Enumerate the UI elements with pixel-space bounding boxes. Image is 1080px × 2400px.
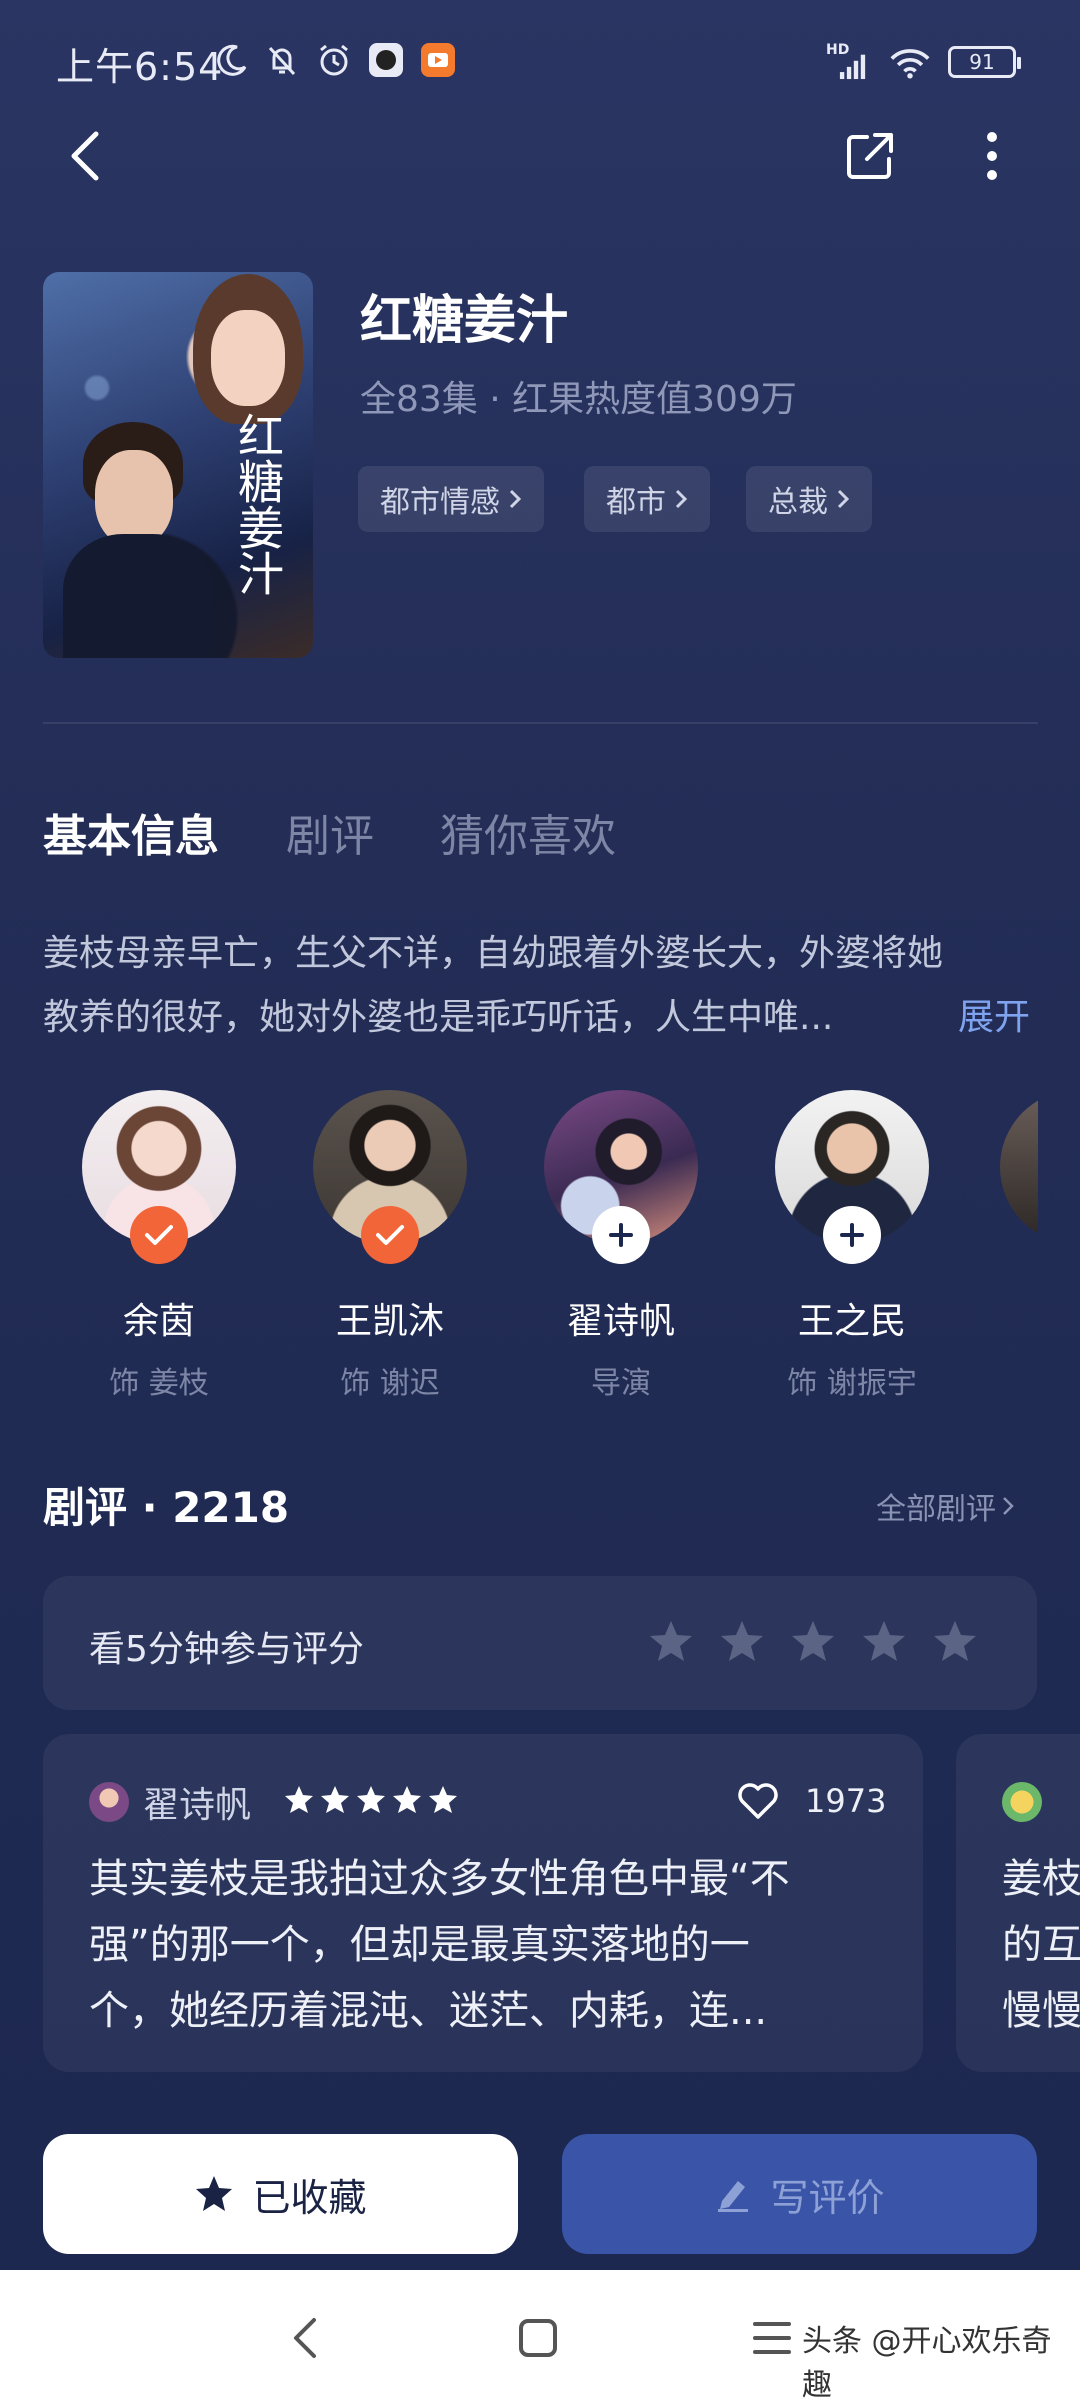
- tag-label: 都市情感: [380, 485, 500, 520]
- review-rating-stars: [285, 1786, 457, 1813]
- poster-title-art: 红糖姜汁: [231, 412, 285, 596]
- cast-member[interactable]: 余茵 饰 姜枝: [74, 1090, 244, 1402]
- video-app-notification-icon: [418, 40, 458, 80]
- review-like-count: 1973: [805, 1782, 887, 1820]
- add-follow-icon[interactable]: [592, 1206, 650, 1264]
- cast-name: 王之民: [797, 1301, 906, 1342]
- review-text-line: 其实姜枝是我拍过众多女性角色中最“不: [89, 1856, 790, 1902]
- cast-role: 饰 姜枝: [109, 1366, 209, 1401]
- star-icon[interactable]: [931, 1618, 979, 1666]
- rating-card: 看5分钟参与评分: [43, 1576, 1037, 1710]
- cast-member[interactable]: 王之民 饰 谢振宇: [767, 1090, 937, 1402]
- cast-name: 余茵: [122, 1301, 195, 1342]
- drama-meta: 全83集 · 红果热度值309万: [360, 379, 797, 420]
- back-arrow-icon: [71, 131, 99, 181]
- tag-chip[interactable]: 都市: [584, 466, 710, 532]
- moon-icon: [212, 40, 252, 80]
- chevron-right-icon: [837, 489, 850, 509]
- watermark: 头条 @开心欢乐奇趣: [802, 2324, 1052, 2400]
- tab-recommendations[interactable]: 猜你喜欢: [440, 800, 616, 864]
- rating-prompt: 看5分钟参与评分: [89, 1629, 364, 1670]
- cast-member[interactable]: 翟诗帆 导演: [536, 1090, 706, 1402]
- star-icon[interactable]: [860, 1618, 908, 1666]
- avatar: [89, 1782, 129, 1822]
- tab-basic-info[interactable]: 基本信息: [43, 800, 219, 864]
- nav-menu-icon[interactable]: [752, 2318, 792, 2358]
- chevron-right-icon: [675, 489, 688, 509]
- alarm-icon: [314, 40, 354, 80]
- favorite-label: 已收藏: [252, 2175, 367, 2220]
- cast-name: 王凯沐: [335, 1301, 444, 1342]
- nav-back-icon[interactable]: [288, 2316, 322, 2360]
- review-author: 翟诗帆: [143, 1785, 252, 1826]
- add-follow-icon[interactable]: [823, 1206, 881, 1264]
- followed-check-icon: [361, 1206, 419, 1264]
- battery-indicator: 91: [948, 46, 1021, 78]
- nav-home-icon[interactable]: [518, 2318, 558, 2358]
- review-card[interactable]: 翟诗帆 1973 其实姜枝是我拍过众多女性角色中最“不 强”的那一个，但却是最真…: [43, 1734, 923, 2072]
- drama-poster[interactable]: 红糖姜汁: [43, 272, 313, 658]
- star-icon[interactable]: [789, 1618, 837, 1666]
- tag-chip[interactable]: 都市情感: [358, 466, 544, 532]
- star-icon[interactable]: [647, 1618, 695, 1666]
- all-reviews-label: 全部剧评: [876, 1492, 996, 1527]
- synopsis-line: 教养的很好，她对外婆也是乖巧听话，人生中唯...: [43, 997, 834, 1038]
- review-text-line: 姜枝: [1002, 1856, 1080, 1902]
- avatar: [1002, 1782, 1042, 1822]
- review-text-line: 慢慢: [1002, 1988, 1080, 2034]
- reviews-section-title: 剧评 · 2218: [43, 1483, 290, 1532]
- followed-check-icon: [130, 1206, 188, 1264]
- cast-role: 饰 谢迟: [340, 1366, 440, 1401]
- cast-role: 导演: [591, 1366, 651, 1401]
- tag-label: 都市: [606, 485, 666, 520]
- star-filled-icon: [196, 2176, 233, 2211]
- cast-role: 饰 谢振宇: [787, 1366, 917, 1401]
- more-options-button[interactable]: [952, 116, 1032, 196]
- status-time: 上午6:54: [56, 45, 224, 89]
- avatar: [775, 1090, 929, 1264]
- write-review-label: 写评价: [770, 2175, 885, 2220]
- tag-label: 总裁: [768, 485, 828, 520]
- chevron-right-icon: [509, 489, 522, 509]
- mute-bell-icon: [262, 40, 302, 80]
- tab-reviews[interactable]: 剧评: [286, 800, 374, 864]
- more-vertical-icon: [987, 132, 997, 180]
- signal-icon: [826, 46, 866, 86]
- divider: [43, 722, 1038, 724]
- chevron-right-icon: [1003, 1497, 1014, 1515]
- synopsis: 姜枝母亲早亡，生父不详，自幼跟着外婆长大，外婆将她 教养的很好，她对外婆也是乖巧…: [43, 922, 1033, 1050]
- pencil-icon: [718, 2181, 749, 2212]
- avatar: [82, 1090, 236, 1264]
- share-button[interactable]: [830, 116, 910, 196]
- star-icon[interactable]: [718, 1618, 766, 1666]
- drama-title: 红糖姜汁: [360, 291, 569, 351]
- app-notification-icon: [366, 40, 406, 80]
- all-reviews-link[interactable]: 全部剧评: [876, 1484, 1014, 1528]
- favorite-button[interactable]: 已收藏: [43, 2134, 518, 2254]
- review-text-line: 强”的那一个，但却是最真实落地的一: [89, 1922, 750, 1968]
- heart-icon[interactable]: [737, 1782, 779, 1820]
- wifi-icon: [890, 44, 930, 84]
- write-review-button[interactable]: 写评价: [562, 2134, 1037, 2254]
- tag-chip[interactable]: 总裁: [746, 466, 872, 532]
- synopsis-line: 姜枝母亲早亡，生父不详，自幼跟着外婆长大，外婆将她: [43, 933, 944, 974]
- review-card-peek[interactable]: 姜枝 的互 慢慢: [956, 1734, 1080, 2072]
- cast-member[interactable]: 王凯沐 饰 谢迟: [305, 1090, 475, 1402]
- synopsis-expand-link[interactable]: 展开: [958, 986, 1030, 1050]
- cast-member-peek[interactable]: [1000, 1090, 1038, 1244]
- status-bar: 上午6:54 HD 91: [0, 0, 1080, 120]
- share-icon: [847, 133, 893, 179]
- avatar: [313, 1090, 467, 1264]
- review-text-line: 的互: [1002, 1922, 1080, 1968]
- cast-name: 翟诗帆: [566, 1301, 675, 1342]
- review-text-line: 个，她经历着混沌、迷茫、内耗，连...: [89, 1988, 768, 2034]
- back-button[interactable]: [46, 116, 126, 196]
- avatar: [544, 1090, 698, 1264]
